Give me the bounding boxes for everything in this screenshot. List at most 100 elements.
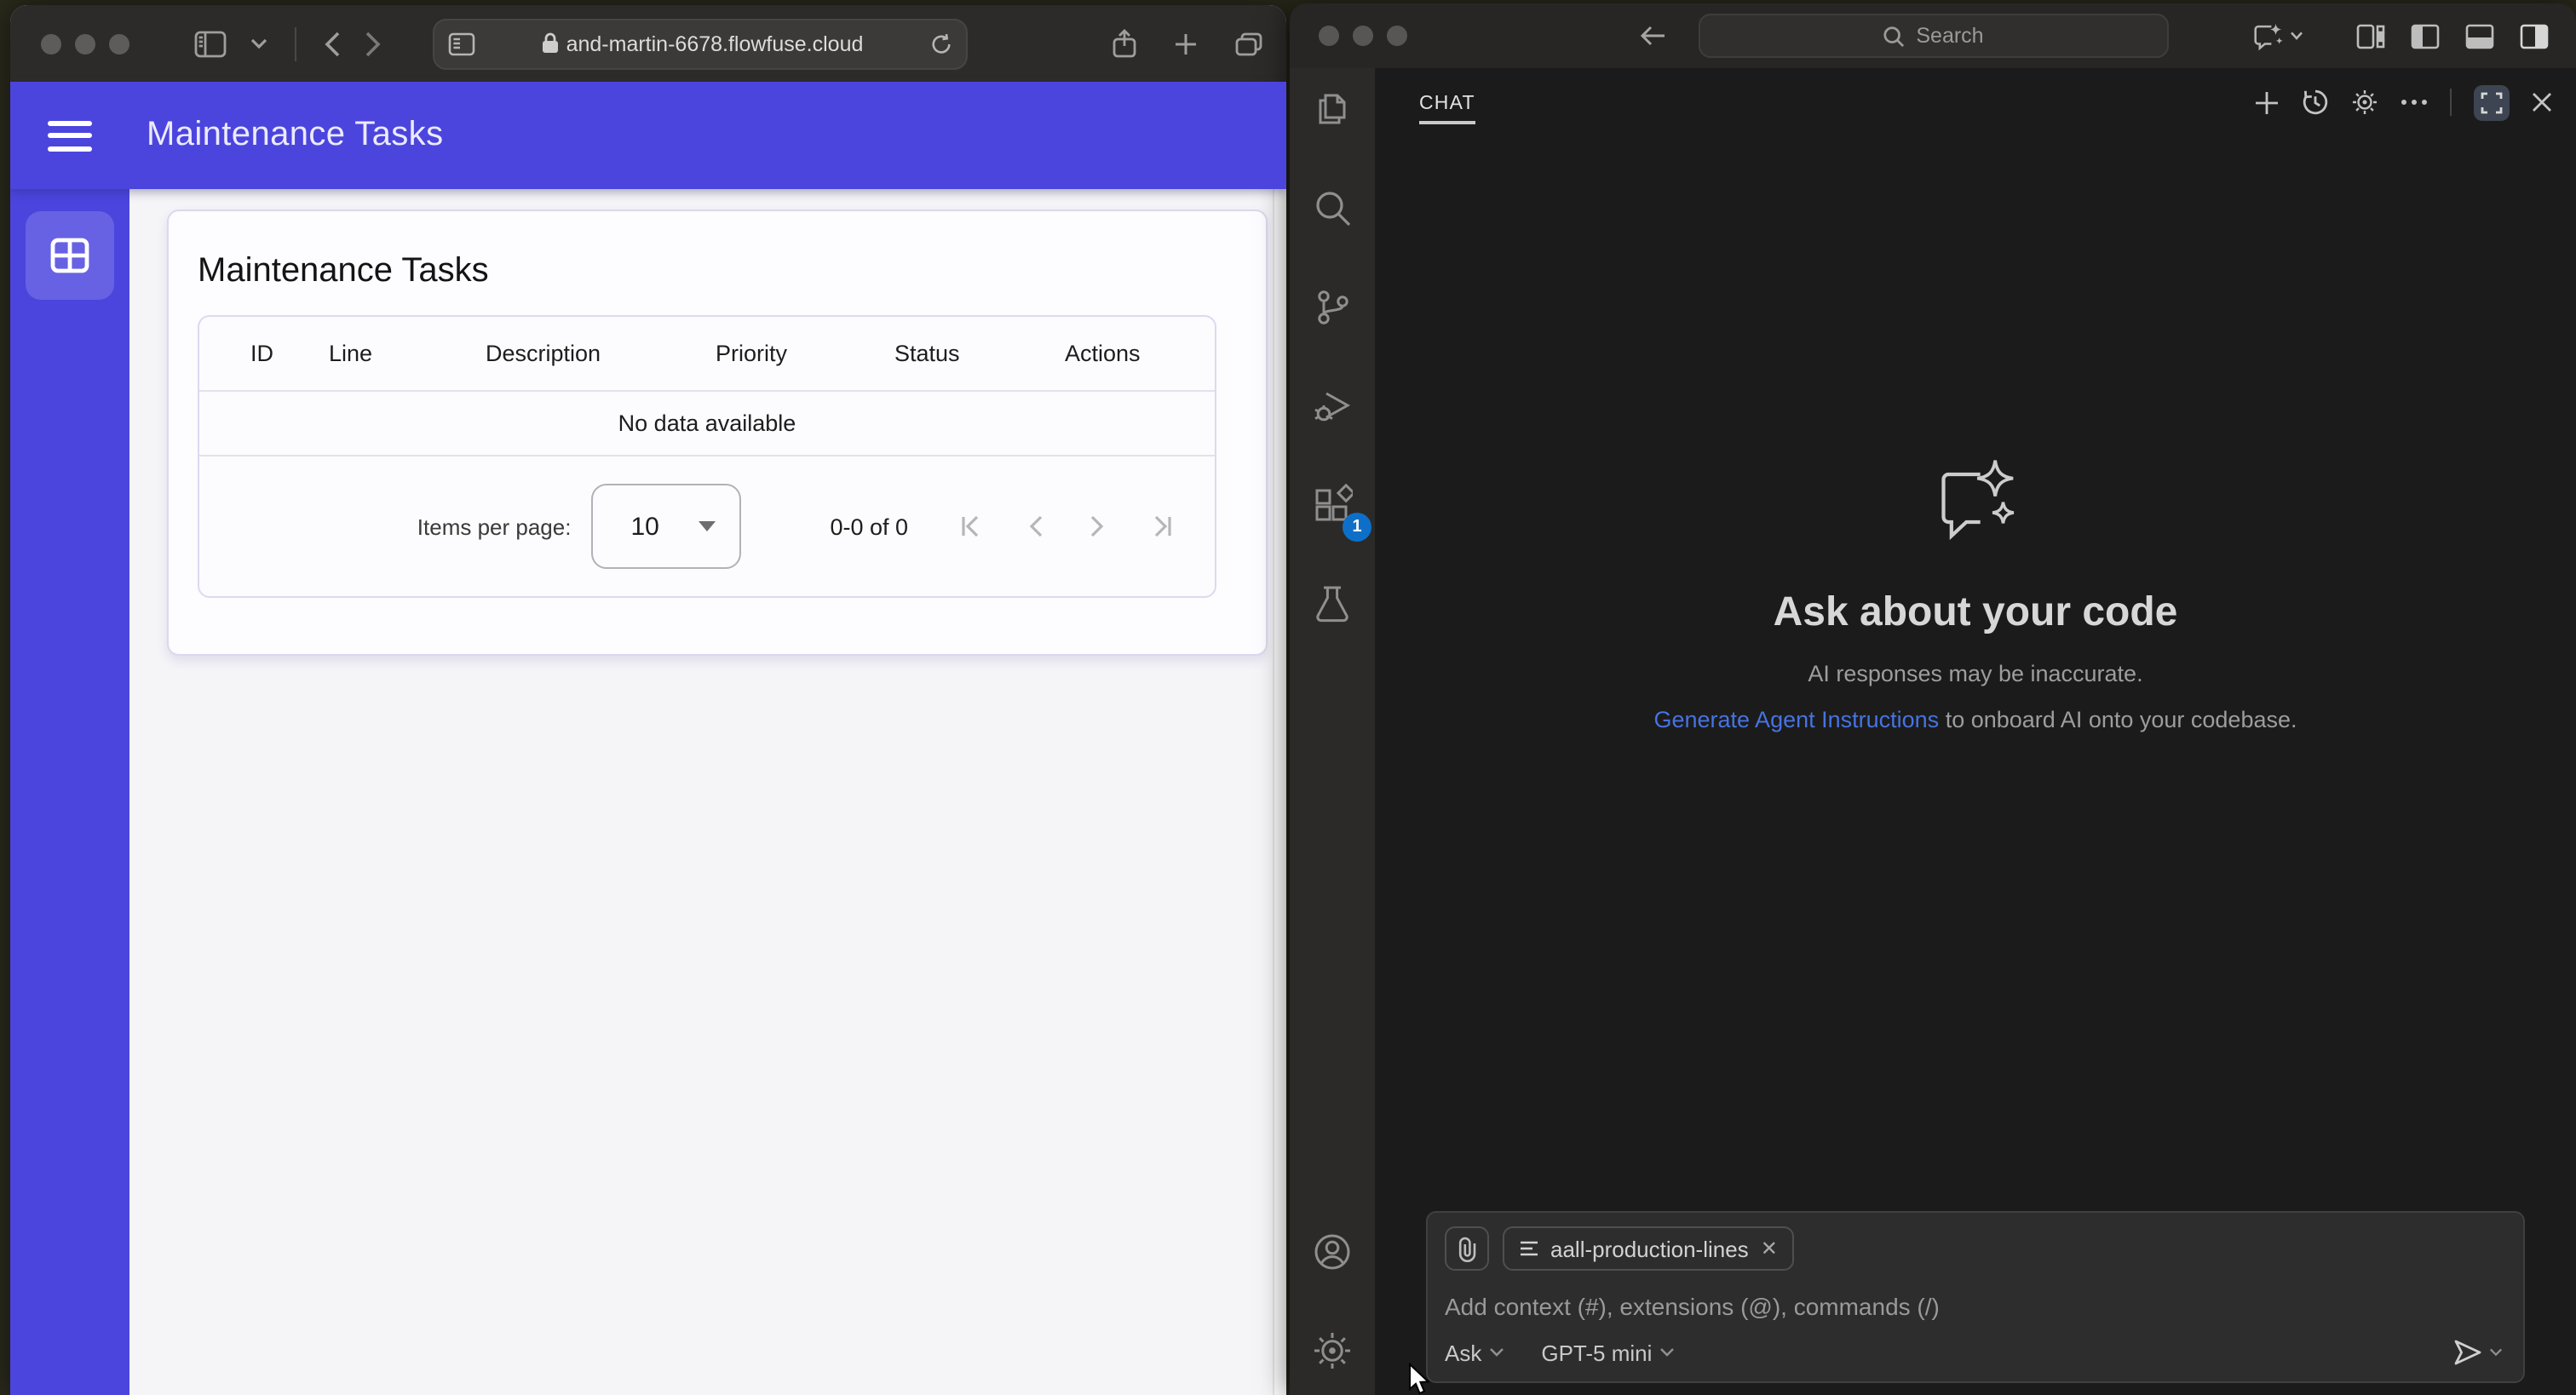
send-button-group[interactable] (2453, 1339, 2503, 1366)
chevron-down-icon[interactable] (250, 37, 267, 49)
activity-settings[interactable] (1290, 1310, 1375, 1392)
tab-overview-icon[interactable] (1235, 32, 1262, 55)
activity-search[interactable] (1290, 167, 1375, 249)
activity-account[interactable] (1290, 1211, 1375, 1293)
mode-label: Ask (1445, 1340, 1482, 1365)
activity-explorer[interactable] (1290, 68, 1375, 150)
list-icon (1521, 1241, 1538, 1256)
maximize-icon (2481, 91, 2503, 113)
table-header-row: ID Line Description Priority Status Acti… (199, 317, 1215, 392)
remove-context-icon[interactable]: ✕ (1761, 1237, 1778, 1260)
close-window-button[interactable] (41, 33, 61, 54)
explorer-icon (1319, 94, 1346, 124)
reload-icon[interactable] (930, 32, 952, 56)
column-header-priority[interactable]: Priority (716, 341, 894, 366)
app-content: Maintenance Tasks ID Line Description Pr… (129, 189, 1273, 1395)
page-range-text: 0-0 of 0 (830, 514, 908, 539)
url-text[interactable]: and-martin-6678.flowfuse.cloud (475, 32, 930, 56)
column-header-description[interactable]: Description (486, 341, 716, 366)
zoom-window-button[interactable] (109, 33, 129, 54)
source-control-icon (1317, 290, 1348, 324)
activity-run-debug[interactable] (1290, 365, 1375, 446)
sidebar-item-tasks[interactable] (26, 211, 114, 300)
chevron-down-icon (1489, 1348, 1504, 1357)
header-divider (2450, 89, 2452, 116)
attach-context-button[interactable] (1445, 1226, 1489, 1271)
customize-layout-icon[interactable] (2356, 23, 2385, 49)
app-header: Maintenance Tasks (10, 82, 1286, 189)
close-window-button[interactable] (1319, 26, 1339, 46)
mode-selector[interactable]: Ask (1445, 1340, 1504, 1365)
model-label: GPT-5 mini (1541, 1340, 1653, 1365)
maintenance-card: Maintenance Tasks ID Line Description Pr… (167, 210, 1268, 656)
chat-input-box[interactable]: aall-production-lines ✕ Add context (#),… (1426, 1211, 2525, 1383)
mouse-cursor (1409, 1363, 1431, 1395)
vscode-traffic-lights[interactable] (1319, 26, 1407, 46)
new-tab-icon[interactable] (1174, 32, 1198, 55)
traffic-lights[interactable] (41, 33, 129, 54)
extensions-badge: 1 (1343, 513, 1371, 542)
run-debug-icon (1314, 391, 1351, 421)
column-header-id[interactable]: ID (199, 341, 329, 366)
close-panel-icon[interactable] (2532, 92, 2552, 112)
app-header-title: Maintenance Tasks (147, 116, 444, 153)
desktop: and-martin-6678.flowfuse.cloud Maintenan… (0, 0, 2576, 1395)
menu-icon[interactable] (48, 112, 92, 158)
chevron-down-icon (2291, 32, 2303, 40)
chat-input-placeholder[interactable]: Add context (#), extensions (@), command… (1445, 1293, 2506, 1320)
zoom-window-button[interactable] (1387, 26, 1407, 46)
chat-settings-icon[interactable] (2351, 89, 2378, 116)
column-header-status[interactable]: Status (894, 341, 1065, 366)
page-settings-icon[interactable] (448, 32, 475, 56)
browser-scrollbar[interactable] (1273, 189, 1286, 1395)
toggle-primary-sidebar-icon[interactable] (2411, 23, 2440, 49)
activity-testing[interactable] (1290, 562, 1375, 644)
tasks-table: ID Line Description Priority Status Acti… (198, 315, 1216, 598)
more-actions-icon[interactable] (2401, 99, 2428, 106)
command-center-search[interactable]: Search (1698, 14, 2168, 58)
address-bar[interactable]: and-martin-6678.flowfuse.cloud (433, 19, 968, 70)
activity-source-control[interactable] (1290, 266, 1375, 347)
paperclip-icon (1458, 1236, 1476, 1261)
items-per-page-value: 10 (630, 512, 659, 541)
previous-page-icon[interactable] (1027, 514, 1044, 538)
settings-gear-icon (1314, 1333, 1350, 1369)
browser-toolbar: and-martin-6678.flowfuse.cloud (10, 5, 1286, 82)
copilot-chat-icon (2254, 22, 2283, 50)
toggle-secondary-sidebar-icon[interactable] (2520, 23, 2549, 49)
sidebar-toggle-icon[interactable] (194, 30, 227, 57)
table-footer: Items per page: 10 0-0 of 0 (199, 456, 1215, 596)
next-page-icon[interactable] (1089, 514, 1106, 538)
chat-panel-header: CHAT (1375, 68, 2576, 136)
maximize-panel-button[interactable] (2474, 84, 2510, 120)
back-icon[interactable] (324, 30, 341, 57)
search-icon (1883, 26, 1904, 47)
search-icon (1315, 191, 1350, 226)
browser-window: and-martin-6678.flowfuse.cloud Maintenan… (10, 5, 1286, 1395)
tab-chat[interactable]: CHAT (1419, 73, 1475, 131)
share-icon[interactable] (1113, 29, 1136, 58)
activity-extensions[interactable]: 1 (1290, 463, 1375, 545)
minimize-window-button[interactable] (75, 33, 95, 54)
new-chat-icon[interactable] (2254, 89, 2280, 115)
copilot-menu[interactable] (2252, 21, 2303, 50)
items-per-page-select[interactable]: 10 (591, 484, 742, 569)
empty-state-subtitle: AI responses may be inaccurate. (1808, 661, 2143, 686)
forward-icon[interactable] (365, 30, 382, 57)
chevron-down-icon[interactable] (2489, 1347, 2503, 1358)
chat-panel: CHAT Ask about your code AI responses ma… (1375, 68, 2576, 1395)
first-page-icon[interactable] (959, 514, 983, 538)
select-caret-icon (699, 521, 716, 531)
column-header-line[interactable]: Line (329, 341, 486, 366)
send-icon[interactable] (2453, 1339, 2482, 1366)
history-back-icon[interactable] (1639, 24, 1666, 48)
last-page-icon[interactable] (1150, 514, 1174, 538)
minimize-window-button[interactable] (1353, 26, 1373, 46)
chevron-down-icon (1659, 1348, 1674, 1357)
column-header-actions[interactable]: Actions (1065, 341, 1215, 366)
model-selector[interactable]: GPT-5 mini (1541, 1340, 1674, 1365)
chat-history-icon[interactable] (2302, 89, 2329, 116)
context-chip[interactable]: aall-production-lines ✕ (1503, 1226, 1795, 1271)
generate-agent-instructions-link[interactable]: Generate Agent Instructions (1653, 707, 1939, 732)
toggle-panel-icon[interactable] (2465, 23, 2494, 49)
